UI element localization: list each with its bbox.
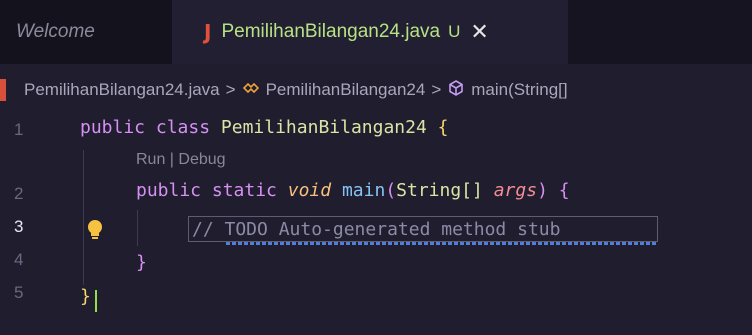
line-number-3: 3	[14, 217, 24, 236]
java-file-icon: J	[204, 20, 212, 44]
param-type: String[]	[396, 180, 483, 201]
breadcrumb-file[interactable]: PemilihanBilangan24.java	[24, 80, 220, 100]
line-number-1: 1	[14, 120, 24, 139]
method-close-brace[interactable]: }	[136, 252, 147, 273]
method-name: main	[341, 180, 386, 201]
close-paren: )	[537, 180, 548, 201]
breadcrumb-method[interactable]: main(String[]	[471, 80, 567, 100]
class-symbol-icon	[242, 80, 260, 101]
breadcrumb-class[interactable]: PemilihanBilangan24	[266, 80, 426, 100]
code-editor: Welcome J PemilihanBilangan24.java U ✕ P…	[0, 0, 752, 335]
codelens-run-debug[interactable]: Run | Debug	[136, 151, 226, 169]
spelling-squiggle	[226, 242, 658, 245]
tab-pemilihanbilangan24[interactable]: J PemilihanBilangan24.java U ✕	[172, 0, 568, 64]
keyword-static: static	[211, 180, 277, 201]
open-paren: (	[385, 180, 397, 201]
code-line-2[interactable]: public static void main(String[] args) {	[136, 180, 570, 201]
breadcrumb: PemilihanBilangan24.java > PemilihanBila…	[0, 76, 752, 104]
tab-welcome[interactable]: Welcome	[0, 0, 172, 64]
indent-guide-1	[83, 150, 84, 285]
open-brace: {	[437, 117, 449, 138]
text-cursor	[95, 290, 97, 312]
line-number-2: 2	[14, 184, 24, 203]
keyword-class: class	[155, 117, 211, 138]
todo-comment[interactable]: // TODO Auto-generated method stub	[192, 219, 560, 240]
tab-bar: Welcome J PemilihanBilangan24.java U ✕	[0, 0, 752, 64]
breadcrumb-separator: >	[225, 80, 236, 99]
param-name: args	[493, 180, 538, 201]
line-number-5: 5	[14, 283, 24, 302]
method-open-brace: {	[558, 180, 570, 201]
method-cube-icon	[447, 79, 465, 102]
lightbulb-icon[interactable]	[86, 219, 104, 241]
indent-guide-2	[137, 210, 138, 246]
tab-welcome-label: Welcome	[16, 21, 95, 42]
untracked-status-badge: U	[448, 22, 461, 41]
line-number-4: 4	[14, 250, 24, 269]
breadcrumb-separator-2: >	[431, 80, 442, 99]
breadcrumb-file-marker	[0, 79, 6, 101]
close-icon[interactable]: ✕	[470, 20, 488, 45]
class-name: PemilihanBilangan24	[220, 117, 427, 138]
class-close-brace[interactable]: }	[80, 286, 91, 307]
keyword-void: void	[287, 180, 332, 201]
tab-active-label: PemilihanBilangan24.java	[221, 21, 441, 42]
code-line-1[interactable]: public class PemilihanBilangan24 {	[80, 117, 449, 138]
keyword-public: public	[80, 117, 146, 138]
keyword-public: public	[136, 180, 202, 201]
